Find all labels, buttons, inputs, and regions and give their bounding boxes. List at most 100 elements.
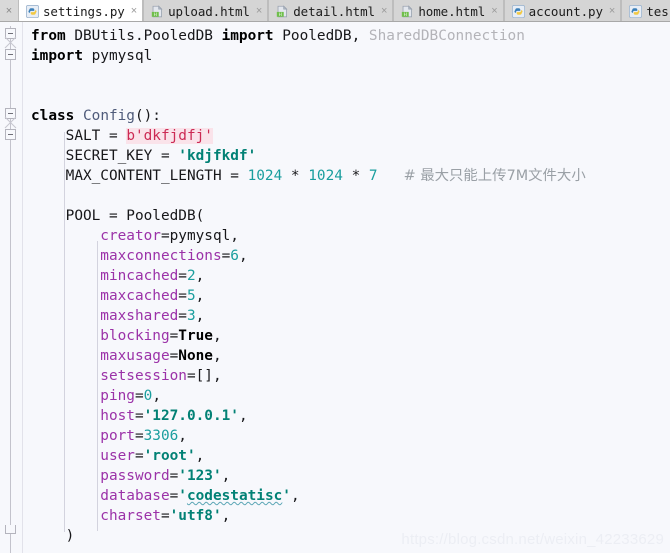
operator-equals: = — [169, 348, 179, 364]
editor-tab-settings-py[interactable]: settings.py × — [18, 0, 144, 21]
fold-toggle-import-pymysql[interactable] — [5, 49, 16, 60]
code-text-area[interactable]: from DBUtils.PooledDB import PooledDB, S… — [23, 22, 670, 553]
indent-guide — [97, 241, 98, 531]
string-literal: 'root' — [143, 448, 196, 464]
code-line-3-blank — [23, 66, 670, 86]
code-line-20: host='127.0.0.1', — [23, 406, 670, 426]
editor-tab-close-icon[interactable]: × — [381, 5, 387, 17]
svg-text:H: H — [154, 11, 157, 17]
operator-equals: = — [178, 268, 187, 284]
code-line-5: class Config(): — [23, 106, 670, 126]
code-line-1: from DBUtils.PooledDB import PooledDB, S… — [23, 26, 670, 46]
operator-equals: = — [178, 288, 187, 304]
editor-tab-label: tes — [646, 3, 669, 19]
code-line-12: maxconnections=6, — [23, 246, 670, 266]
kwarg-user: user — [31, 448, 135, 464]
code-line-23: password='123', — [23, 466, 670, 486]
string-literal: '123' — [178, 468, 222, 484]
editor-gutter[interactable] — [0, 22, 23, 553]
kwarg-blocking: blocking — [31, 328, 170, 344]
code-line-15: maxshared=3, — [23, 306, 670, 326]
comma: , — [195, 268, 205, 284]
number-literal: 2 — [186, 268, 196, 284]
editor-tab-account-py[interactable]: account.py × — [503, 0, 622, 21]
operator-multiply: * — [282, 168, 309, 184]
code-line-6: SALT = b'dkfjdfj' — [23, 126, 670, 146]
editor-tab-close-icon[interactable]: × — [256, 5, 262, 17]
editor-tab-label: detail.html — [293, 3, 375, 19]
kwarg-maxshared: maxshared — [31, 308, 179, 324]
editor-tab-test-py[interactable]: tes — [621, 0, 670, 21]
code-line-25: charset='utf8', — [23, 506, 670, 526]
blog-watermark: https://blog.csdn.net/weixin_42233629 — [401, 531, 664, 548]
code-line-8: MAX_CONTENT_LENGTH = 1024 * 1024 * 7 # 最… — [23, 166, 670, 186]
keyword-from: from — [31, 28, 66, 44]
kwarg-port: port — [31, 428, 135, 444]
number-literal: 3306 — [143, 428, 179, 444]
fold-toggle-class-body[interactable] — [5, 129, 16, 140]
python-file-icon — [629, 4, 643, 18]
code-line-9-blank — [23, 186, 670, 206]
number-literal: 6 — [230, 248, 239, 264]
module-name: pymysql — [82, 48, 153, 64]
tab-list-close-icon[interactable]: × — [0, 0, 18, 21]
comma: , — [290, 488, 300, 504]
kwarg-host: host — [31, 408, 135, 424]
number-literal: 3 — [186, 308, 196, 324]
string-literal: '127.0.0.1' — [143, 408, 239, 424]
kwarg-maxconnections: maxconnections — [31, 248, 222, 264]
editor-tab-close-icon[interactable]: × — [131, 5, 137, 17]
operator-equals: = — [221, 248, 231, 264]
code-line-22: user='root', — [23, 446, 670, 466]
assignment-salt: SALT = — [31, 128, 127, 144]
unused-import-name: SharedDBConnection — [368, 28, 525, 44]
operator-equals: = — [134, 428, 144, 444]
editor-tab-label: home.html — [418, 3, 486, 19]
keyword-import: import — [221, 28, 274, 44]
editor-tab-close-icon[interactable]: × — [609, 5, 615, 17]
kwarg-ping: ping — [31, 388, 135, 404]
string-quote: ' — [282, 488, 291, 504]
code-line-7: SECRET_KEY = 'kdjfkdf' — [23, 146, 670, 166]
keyword-true: True — [178, 328, 213, 344]
closing-paren: ) — [31, 528, 75, 544]
code-line-11: creator=pymysql, — [23, 226, 670, 246]
kwarg-value: =[], — [186, 368, 222, 384]
code-line-17: maxusage=None, — [23, 346, 670, 366]
code-line-13: mincached=2, — [23, 266, 670, 286]
module-path: DBUtils.PooledDB — [65, 28, 222, 44]
byte-string-literal: b'dkfjdfj' — [126, 128, 213, 144]
editor-tab-label: settings.py — [43, 3, 125, 19]
editor-tab-close-icon[interactable]: × — [491, 5, 497, 17]
assignment-secret-key: SECRET_KEY = — [31, 148, 179, 164]
comma: , — [221, 468, 231, 484]
code-editor[interactable]: from DBUtils.PooledDB import PooledDB, S… — [0, 22, 670, 553]
keyword-none: None — [178, 348, 213, 364]
indent-guide — [64, 132, 65, 532]
number-literal: 5 — [186, 288, 196, 304]
editor-tab-home-html[interactable]: H home.html × — [393, 0, 504, 21]
imported-names: PooledDB, — [273, 28, 369, 44]
kwarg-password: password — [31, 468, 170, 484]
fold-region-tail-line — [10, 534, 11, 553]
editor-tab-bar: × settings.py × H upload.html × H detail… — [0, 0, 670, 22]
operator-multiply: * — [342, 168, 369, 184]
editor-tab-detail-html[interactable]: H detail.html × — [268, 0, 394, 21]
operator-equals: = — [169, 488, 179, 504]
comma: , — [238, 408, 248, 424]
string-literal: 'utf8' — [169, 508, 222, 524]
svg-text:H: H — [279, 11, 282, 17]
operator-equals: = — [134, 408, 144, 424]
comma: , — [195, 448, 205, 464]
svg-text:H: H — [404, 11, 407, 17]
python-file-icon — [26, 4, 39, 18]
html-file-icon: H — [402, 4, 413, 17]
comma: , — [152, 388, 161, 404]
editor-tab-upload-html[interactable]: H upload.html × — [143, 0, 269, 21]
operator-equals: = — [169, 468, 179, 484]
editor-tab-label: upload.html — [168, 3, 250, 19]
assignment-pool: POOL = PooledDB( — [31, 208, 205, 224]
html-file-icon: H — [277, 4, 288, 17]
python-file-icon — [511, 4, 525, 18]
